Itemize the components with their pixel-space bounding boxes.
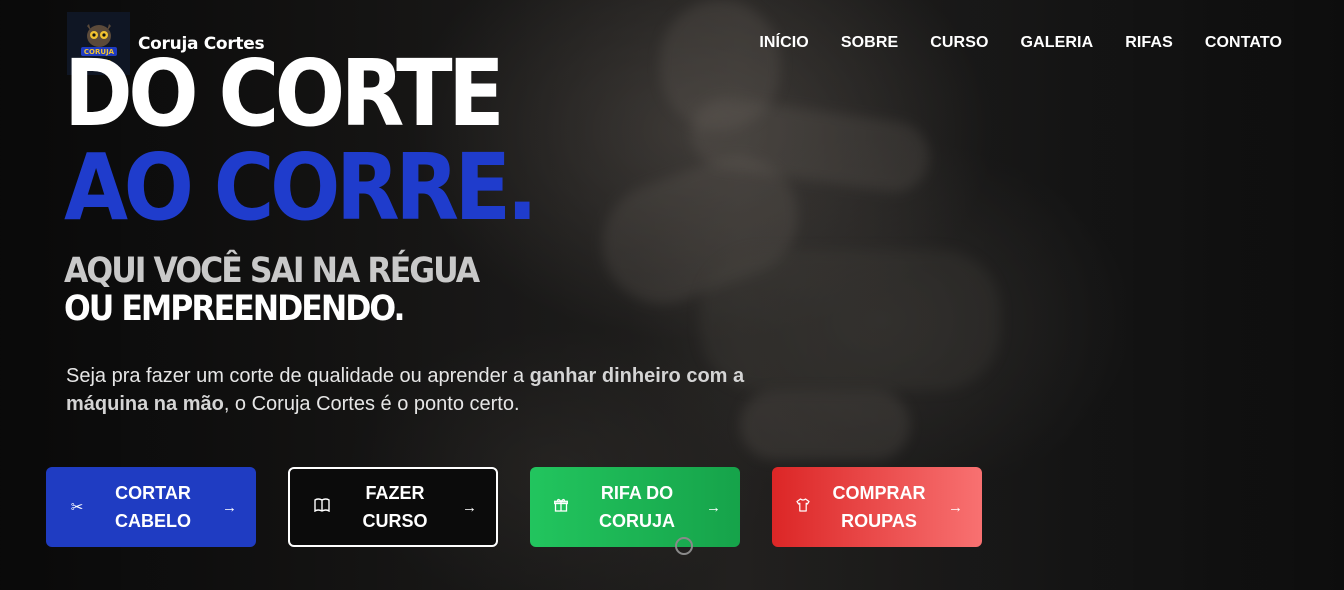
main-nav: INÍCIO SOBRE CURSO GALERIA RIFAS CONTATO <box>759 34 1282 52</box>
cortar-cabelo-button[interactable]: ✂ CORTAR CABELO → <box>46 467 256 547</box>
button-label: RIFA DO CORUJA <box>598 483 675 531</box>
hero-subtitle-line2: OU EMPREENDENDO. <box>64 289 405 329</box>
arrow-right-icon: → <box>706 498 721 516</box>
nav-item-curso[interactable]: CURSO <box>930 34 988 52</box>
hero-description: Seja pra fazer um corte de qualidade ou … <box>66 362 806 418</box>
nav-item-rifas[interactable]: RIFAS <box>1125 34 1173 52</box>
hero-subtitle-line1: AQUI VOCÊ SAI NA RÉGUA <box>64 251 480 291</box>
nav-item-contato[interactable]: CONTATO <box>1205 34 1282 52</box>
nav-item-inicio[interactable]: INÍCIO <box>759 34 809 52</box>
arrow-right-icon: → <box>222 498 237 516</box>
rifa-do-coruja-button[interactable]: RIFA DO CORUJA → <box>530 467 740 547</box>
fazer-curso-button[interactable]: FAZER CURSO → <box>288 467 498 547</box>
button-label: FAZER CURSO <box>362 483 428 531</box>
gift-icon <box>554 498 568 516</box>
shirt-icon <box>796 498 810 516</box>
arrow-right-icon: → <box>462 498 477 516</box>
nav-item-galeria[interactable]: GALERIA <box>1021 34 1094 52</box>
hero-title-line2: AO CORRE. <box>64 134 538 241</box>
hero-title-line1: DO CORTE <box>64 40 505 147</box>
comprar-roupas-button[interactable]: COMPRAR ROUPAS → <box>772 467 982 547</box>
description-text-1: Seja pra fazer um corte de qualidade ou … <box>66 365 530 387</box>
button-label: COMPRAR ROUPAS <box>832 483 926 531</box>
description-text-2: , o Coruja Cortes é o ponto certo. <box>223 393 520 415</box>
nav-item-sobre[interactable]: SOBRE <box>841 34 898 52</box>
button-label: CORTAR CABELO <box>115 483 191 531</box>
book-icon <box>314 498 330 516</box>
scroll-indicator[interactable] <box>675 537 693 555</box>
arrow-right-icon: → <box>948 498 963 516</box>
scissors-icon: ✂ <box>70 499 84 516</box>
